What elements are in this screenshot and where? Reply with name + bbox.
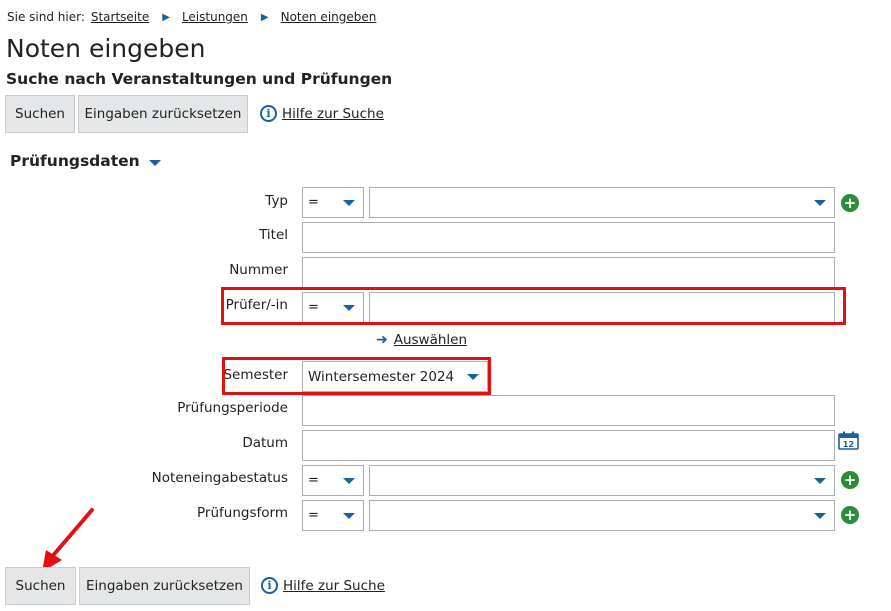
- calendar-icon[interactable]: 12: [838, 431, 859, 450]
- noteneingabestatus-operator-value: =: [308, 473, 319, 488]
- pruefungsperiode-label: Prüfungsperiode: [177, 400, 288, 416]
- chevron-down-icon: [343, 200, 355, 206]
- chevron-down-icon: [148, 160, 161, 166]
- section-toggle-pruefungsdaten[interactable]: Prüfungsdaten: [10, 152, 161, 170]
- calendar-day: 12: [843, 440, 854, 449]
- pruefungsform-label: Prüfungsform: [197, 505, 288, 521]
- typ-value-select[interactable]: [369, 187, 835, 218]
- help-link-label[interactable]: Hilfe zur Suche: [282, 106, 384, 122]
- chevron-right-icon: ▶: [162, 11, 170, 23]
- noteneingabestatus-value-select[interactable]: [369, 465, 835, 496]
- nummer-label: Nummer: [229, 262, 288, 278]
- add-typ-plus-circle-icon[interactable]: +: [841, 194, 859, 212]
- pruefungsperiode-input[interactable]: [302, 395, 835, 426]
- typ-operator-value: =: [308, 195, 319, 210]
- chevron-right-icon: ▶: [260, 11, 269, 23]
- breadcrumb-item-startseite[interactable]: Startseite: [91, 10, 149, 24]
- page-subtitle: Suche nach Veranstaltungen und Prüfungen: [6, 70, 393, 88]
- section-title: Prüfungsdaten: [10, 152, 140, 170]
- chevron-down-icon: [814, 200, 826, 206]
- search-button-bottom[interactable]: Suchen: [5, 567, 76, 605]
- chevron-down-icon: [814, 478, 826, 484]
- titel-label: Titel: [259, 227, 288, 243]
- select-examiner-label[interactable]: Auswählen: [394, 332, 467, 348]
- datum-label: Datum: [242, 435, 288, 451]
- select-examiner-link[interactable]: ➜ Auswählen: [376, 332, 467, 348]
- semester-highlight-box: [222, 357, 491, 395]
- typ-label: Typ: [265, 193, 288, 209]
- pruefer-highlight-box: [221, 287, 846, 325]
- reset-button-top[interactable]: Eingaben zurücksetzen: [78, 95, 248, 133]
- noteneingabestatus-label: Noteneingabestatus: [151, 470, 288, 486]
- help-link-bottom[interactable]: i Hilfe zur Suche: [261, 577, 385, 594]
- pruefungsform-operator-value: =: [308, 508, 319, 523]
- arrow-right-icon: ➜: [376, 332, 388, 348]
- breadcrumb-item-leistungen[interactable]: Leistungen: [182, 10, 248, 24]
- noteneingabestatus-operator-select[interactable]: =: [302, 465, 364, 496]
- pruefungsform-operator-select[interactable]: =: [302, 500, 364, 531]
- nummer-input[interactable]: [302, 257, 835, 288]
- chevron-down-icon: [814, 513, 826, 519]
- datum-input[interactable]: [302, 430, 835, 461]
- breadcrumb-lead: Sie sind hier:: [7, 10, 85, 24]
- typ-operator-select[interactable]: =: [302, 187, 364, 218]
- add-pruefungsform-plus-circle-icon[interactable]: +: [841, 506, 859, 524]
- help-link-top[interactable]: i Hilfe zur Suche: [260, 105, 384, 122]
- chevron-down-icon: [343, 478, 355, 484]
- info-icon: i: [261, 577, 278, 594]
- chevron-down-icon: [343, 513, 355, 519]
- breadcrumb-item-noten-eingeben[interactable]: Noten eingeben: [281, 10, 377, 24]
- search-button-top[interactable]: Suchen: [5, 95, 75, 133]
- page-title: Noten eingeben: [6, 34, 206, 63]
- add-noteneingabestatus-plus-circle-icon[interactable]: +: [841, 471, 859, 489]
- info-icon: i: [260, 105, 277, 122]
- breadcrumb: Sie sind hier: Startseite ▶ Leistungen ▶…: [7, 10, 376, 24]
- reset-button-bottom[interactable]: Eingaben zurücksetzen: [79, 567, 250, 605]
- titel-input[interactable]: [302, 222, 835, 253]
- help-link-label[interactable]: Hilfe zur Suche: [283, 578, 385, 594]
- pruefungsform-value-select[interactable]: [369, 500, 835, 531]
